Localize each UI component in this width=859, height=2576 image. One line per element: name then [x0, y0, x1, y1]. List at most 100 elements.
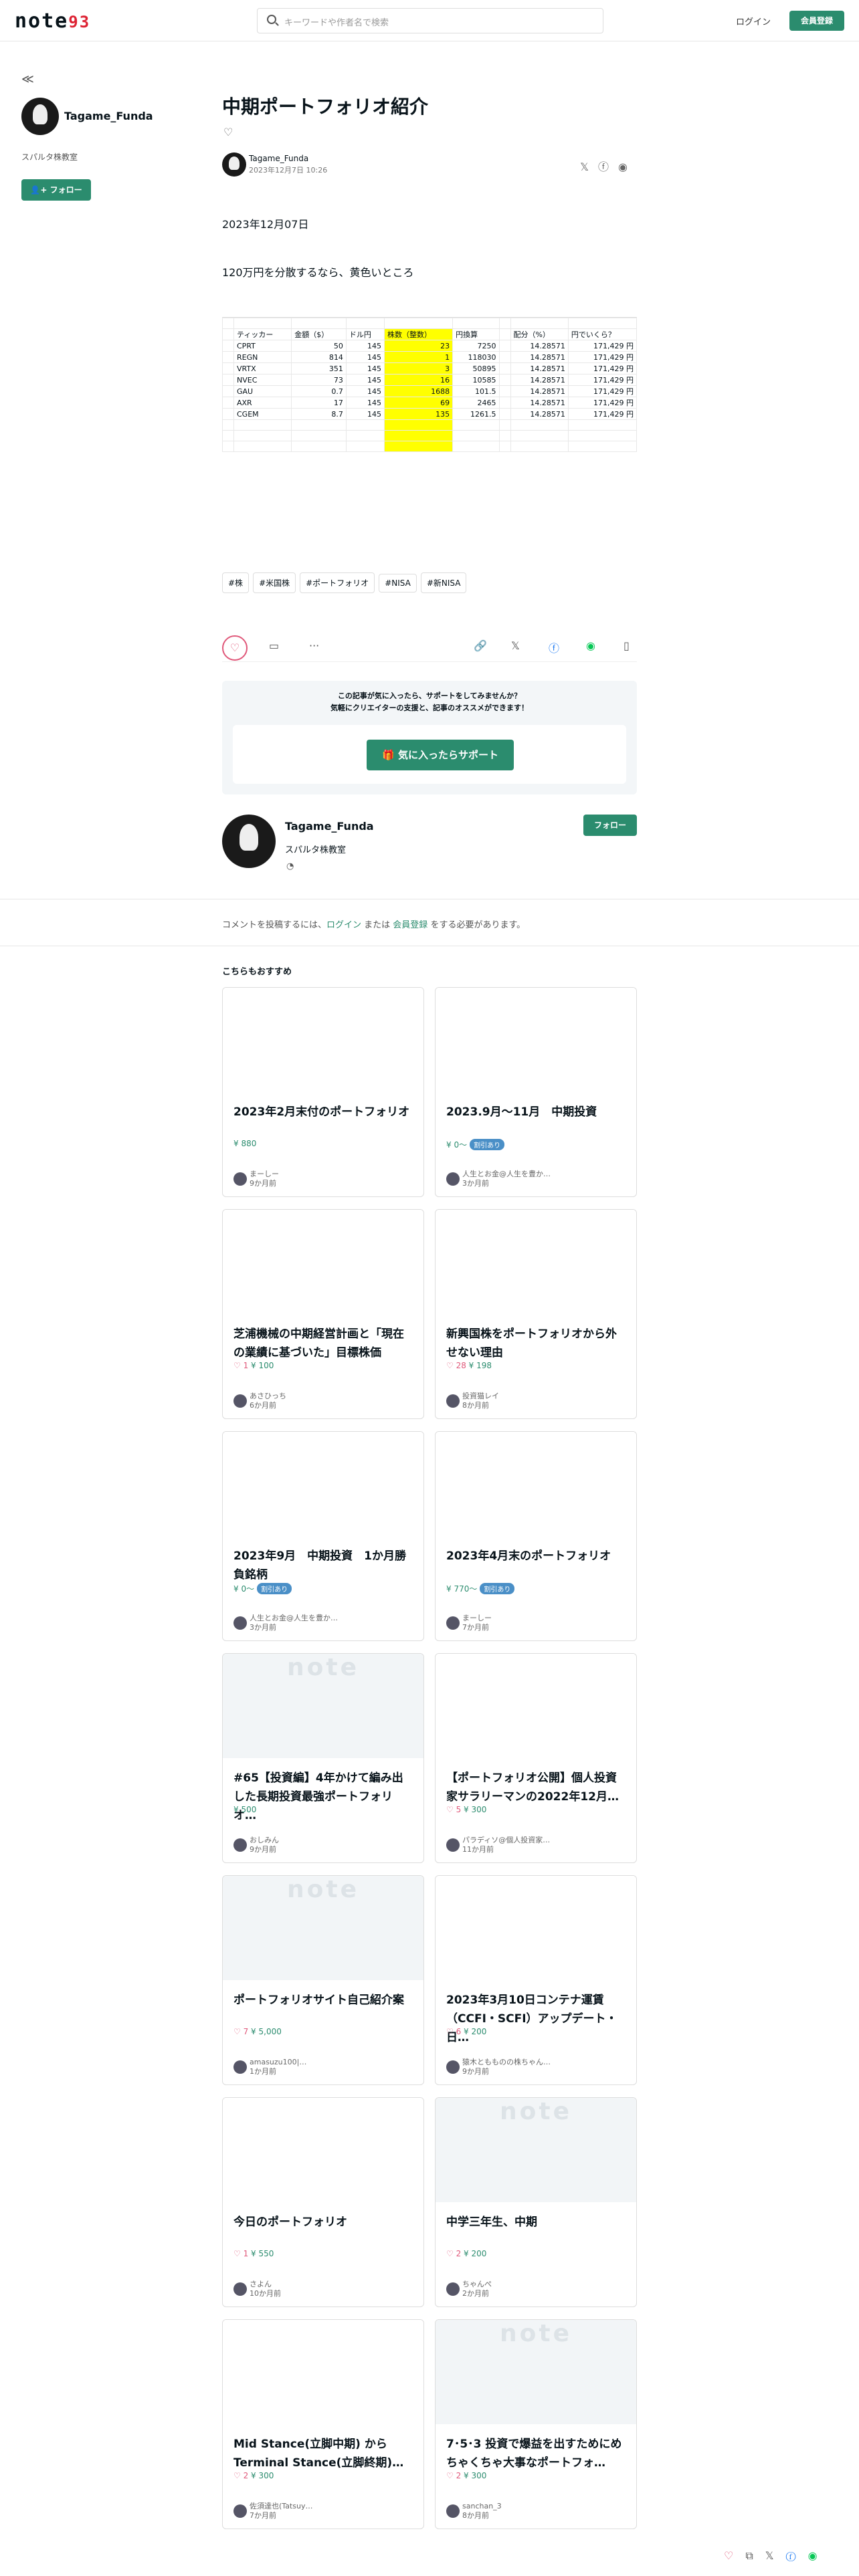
user-avatar[interactable] [233, 1838, 247, 1852]
recommend-card[interactable]: 2023.9月〜11月 中期投資 ¥ 0〜 割引あり 人生とお金@人生を豊か… 3か月… [435, 987, 637, 1197]
line-icon[interactable]: ◉ [586, 639, 595, 652]
user-avatar[interactable] [233, 2060, 247, 2074]
card-title: 2023年2月末付のポートフォリオ [233, 1105, 410, 1119]
recommend-card[interactable]: 【ポートフォリオ公開】個人投資家サラリーマンの2022年12月… ♡ 5 ¥ 30… [435, 1653, 637, 1863]
search-input[interactable]: キーワードや作者名で検索 [257, 8, 603, 33]
user-name[interactable]: おしみん [250, 1836, 279, 1845]
user-avatar[interactable] [446, 2060, 460, 2074]
user-avatar[interactable] [446, 2282, 460, 2296]
user-avatar[interactable] [446, 1838, 460, 1852]
line-icon[interactable]: ◉ [808, 2549, 830, 2562]
sidebar-username[interactable]: Tagame_Funda [64, 110, 153, 122]
user-avatar[interactable] [446, 1172, 460, 1186]
author-row: Tagame_Funda 2023年12月7日 10:26 𝕏ⓕ◉ [222, 152, 637, 179]
note-logo[interactable]: note93 [15, 9, 90, 33]
recommend-card[interactable]: note 中学三年生、中期 ♡ 2 ¥ 200 ちゃんぺ 2か月前 [435, 2097, 637, 2307]
creator-follow-button[interactable]: フォロー [583, 815, 637, 836]
sheet-cell: 14.28571 [510, 408, 569, 420]
sheet-cell: 814 [291, 351, 347, 363]
heart-icon[interactable]: ♡ [724, 2549, 745, 2562]
x-icon[interactable]: 𝕏 [765, 2549, 786, 2562]
post-time: 3か月前 [250, 1623, 276, 1632]
recommend-card[interactable]: 2023年4月末のポートフォリオ ¥ 770〜 割引あり まーしー 7か月前 [435, 1431, 637, 1641]
user-name[interactable]: amasuzu100|… [250, 2058, 306, 2067]
hashtag[interactable]: #株 [222, 572, 250, 593]
user-avatar[interactable] [233, 1394, 247, 1408]
like-count: ♡ 6 [446, 2027, 462, 2036]
signup-button[interactable]: 会員登録 [789, 11, 844, 31]
comment-signup-link[interactable]: 会員登録 [393, 920, 427, 930]
collapse-icon[interactable]: ≪ [21, 72, 195, 86]
recommend-card[interactable]: note 7･5･3 投資で爆益を出すためにめちゃくちゃ大事なポートフォ… ♡ 2 … [435, 2319, 637, 2529]
link-icon[interactable]: 🔗 [474, 639, 487, 652]
author-name[interactable]: Tagame_Funda [249, 154, 308, 163]
user-avatar[interactable] [446, 1616, 460, 1630]
hashtag[interactable]: #NISA [379, 574, 417, 593]
recommend-card[interactable]: 2023年9月 中期投資 1か月勝負銘柄 ¥ 0〜 割引あり 人生とお金@人生を豊か… [222, 1431, 424, 1641]
user-name[interactable]: 人生とお金@人生を豊か… [462, 1170, 551, 1179]
user-avatar[interactable] [446, 1394, 460, 1408]
user-avatar[interactable] [446, 2504, 460, 2518]
bookmark-icon[interactable]: ▯ [624, 639, 630, 652]
login-link[interactable]: ログイン [736, 15, 771, 27]
heart-icon[interactable]: ♡ [223, 126, 233, 138]
user-avatar[interactable] [233, 2504, 247, 2518]
user-name[interactable]: あさひっち [250, 1392, 286, 1401]
book-icon[interactable]: ⧉ [745, 2549, 765, 2562]
user-name[interactable]: ちゃんぺ [462, 2280, 492, 2289]
comment-icon[interactable]: ▭ [269, 639, 279, 652]
card-user: 猿木ともものの株ちゃん… 9か月前 [446, 2058, 551, 2076]
like-button[interactable]: ♡ [222, 635, 248, 661]
like-count: ♡ 5 [446, 1805, 462, 1814]
recommend-card[interactable]: note #65【投資編】4年かけて編み出した長期投資最強ポートフォリオ… ¥ 5… [222, 1653, 424, 1863]
hashtag[interactable]: #米国株 [253, 572, 296, 593]
sheet-cell: 171,429 円 [567, 362, 638, 374]
avatar[interactable] [21, 98, 59, 135]
rss-icon[interactable]: ◔ [286, 861, 294, 871]
user-avatar[interactable] [233, 1616, 247, 1630]
recommend-card[interactable]: note ポートフォリオサイト自己紹介案 ♡ 7 ¥ 5,000 amasuzu100… [222, 1875, 424, 2085]
post-time: 1か月前 [250, 2067, 276, 2076]
recommend-card[interactable]: 今日のポートフォリオ ♡ 1 ¥ 550 さよん 10か月前 [222, 2097, 424, 2307]
card-title: 中学三年生、中期 [446, 2216, 537, 2229]
hashtag[interactable]: #新NISA [420, 572, 467, 593]
user-name[interactable]: まーしー [462, 1614, 492, 1623]
user-name[interactable]: sanchan_3 [462, 2502, 502, 2511]
recommend-card[interactable]: 芝浦機械の中期経営計画と「現在の業績に基づいた」目標株価 ♡ 1 ¥ 100 あさひ… [222, 1209, 424, 1419]
facebook-icon[interactable]: ⓕ [549, 639, 559, 655]
creator-name[interactable]: Tagame_Funda [285, 820, 374, 833]
recommend-card[interactable]: 2023年2月末付のポートフォリオ ¥ 880 まーしー 9か月前 [222, 987, 424, 1197]
line-icon[interactable]: ◉ [618, 160, 637, 173]
user-name[interactable]: 投資猫レイ [462, 1392, 499, 1401]
sheet-cell: 3 [384, 362, 454, 374]
sheet-cell: 株数（整数） [384, 328, 454, 340]
follow-button[interactable]: 👤+ フォロー [21, 179, 91, 201]
recommend-card[interactable]: Mid Stance(立脚中期) から Terminal Stance(立脚終期… [222, 2319, 424, 2529]
user-avatar[interactable] [233, 1172, 247, 1186]
user-name[interactable]: 人生とお金@人生を豊か… [250, 1614, 338, 1623]
sheet-row: CGEM 8.7 145 135 1261.5 14.28571 171,429 円 [222, 408, 638, 420]
user-name[interactable]: まーしー [250, 1170, 279, 1179]
sheet-cell [222, 408, 234, 420]
user-name[interactable]: 佐須達也(Tatsuy… [250, 2502, 312, 2511]
sheet-cell: 10585 [452, 374, 500, 386]
facebook-icon[interactable]: ⓕ [786, 2549, 808, 2562]
post-time: 8か月前 [462, 2511, 489, 2520]
x-icon[interactable]: 𝕏 [511, 639, 520, 652]
sheet-cell: 14.28571 [510, 351, 569, 363]
recommend-card[interactable]: 2023年3月10日コンテナ運賃（CCFI・SCFI）アップデート・日… ♡ 6 … [435, 1875, 637, 2085]
user-name[interactable]: 猿木ともものの株ちゃん… [462, 2058, 551, 2067]
author-avatar[interactable] [222, 152, 246, 177]
support-button[interactable]: 🎁 気に入ったらサポート [367, 740, 514, 770]
user-name[interactable]: パラディソ@個人投資家… [462, 1836, 550, 1845]
hashtag[interactable]: #ポートフォリオ [300, 572, 375, 593]
price: ¥ 200 [464, 2027, 487, 2036]
creator-avatar[interactable] [222, 815, 276, 868]
user-avatar[interactable] [233, 2282, 247, 2296]
facebook-icon[interactable]: ⓕ [598, 160, 618, 173]
user-name[interactable]: さよん [250, 2280, 281, 2289]
recommend-card[interactable]: 新興国株をポートフォリオから外せない理由 ♡ 28 ¥ 198 投資猫レイ 8か月前 [435, 1209, 637, 1419]
more-icon[interactable]: ··· [309, 639, 319, 652]
x-icon[interactable]: 𝕏 [580, 160, 598, 173]
comment-login-link[interactable]: ログイン [326, 920, 361, 930]
